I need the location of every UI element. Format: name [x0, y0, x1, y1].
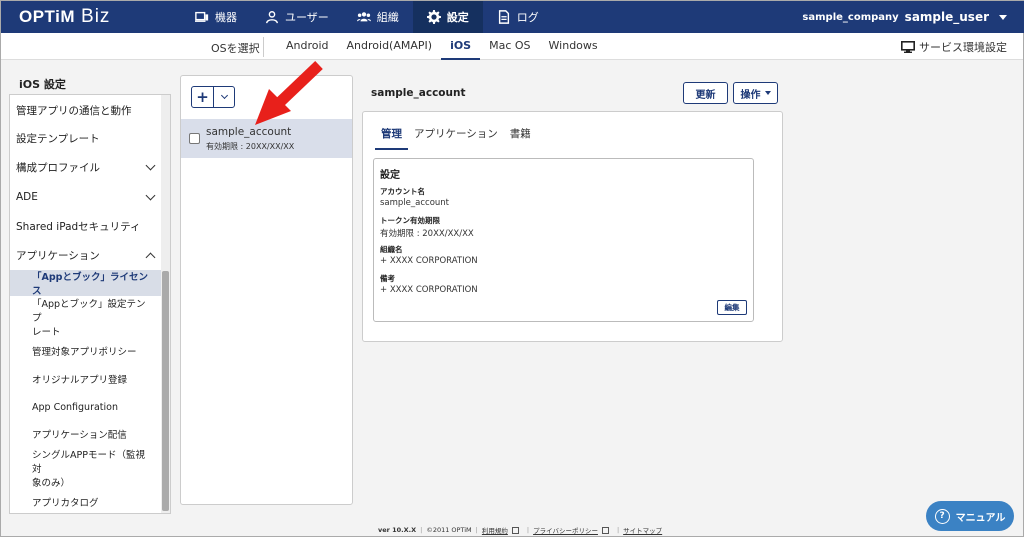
- detail-title: sample_account: [371, 87, 466, 99]
- monitor-icon: [901, 41, 915, 53]
- red-arrow-annotation: [255, 61, 323, 125]
- os-tabs: Android Android(AMAPI) iOS Mac OS Window…: [277, 33, 607, 60]
- operation-dropdown-button[interactable]: 操作: [733, 82, 778, 104]
- sidebar-title: iOS 設定: [19, 78, 66, 91]
- tab-books[interactable]: 書籍: [504, 126, 537, 150]
- sidebar-item-app-catalog[interactable]: アプリカタログ: [10, 489, 162, 513]
- sitemap-link[interactable]: サイトマップ: [623, 525, 662, 535]
- os-select-label: OSを選択: [211, 42, 260, 55]
- log-icon: [498, 10, 509, 24]
- add-button[interactable]: +: [192, 87, 214, 107]
- chevron-down-icon: [999, 14, 1007, 20]
- external-link-icon: [511, 526, 519, 534]
- tab-management[interactable]: 管理: [375, 126, 408, 150]
- group-icon: [356, 12, 371, 22]
- tab-ios[interactable]: iOS: [441, 33, 481, 60]
- tab-applications[interactable]: アプリケーション: [408, 126, 504, 150]
- plus-icon: +: [196, 88, 209, 106]
- field-label-token-expiry: トークン有効期限: [380, 216, 440, 225]
- detail-tabs: 管理 アプリケーション 書籍: [375, 126, 537, 150]
- chevron-down-icon: [764, 91, 771, 95]
- gear-icon: [426, 10, 441, 24]
- sidebar-item-setting-template[interactable]: 設定テンプレート: [10, 125, 162, 151]
- copyright: ©2011 OPTiM: [426, 526, 472, 534]
- user-icon: [266, 11, 278, 24]
- user-name: sample_user: [904, 10, 989, 24]
- field-label-notes: 備考: [380, 274, 395, 283]
- nav-logs[interactable]: ログ: [483, 1, 553, 33]
- detail-card: 管理 アプリケーション 書籍 設定 アカウント名 sample_account …: [362, 111, 783, 342]
- row-checkbox[interactable]: [189, 133, 200, 144]
- nav-settings[interactable]: 設定: [412, 1, 483, 33]
- nav-organization[interactable]: 組織: [343, 1, 413, 33]
- sidebar-item-ade[interactable]: ADE: [10, 184, 162, 210]
- sidebar-item-apps-books-template[interactable]: 「Appとブック」設定テンプ レート: [10, 299, 162, 338]
- nav-users[interactable]: ユーザー: [251, 1, 343, 33]
- tab-android-amapi[interactable]: Android(AMAPI): [338, 33, 442, 60]
- external-link-icon: [601, 526, 609, 534]
- optim-biz-logo[interactable]: OPTiM Biz: [19, 6, 110, 28]
- refresh-button[interactable]: 更新: [683, 82, 728, 104]
- field-label-organization: 組織名: [380, 245, 403, 254]
- user-menu[interactable]: sample_company sample_user: [802, 1, 1007, 33]
- sidebar-scrollbar[interactable]: [161, 95, 170, 513]
- account-list-panel: + sample_account 有効期限 : 20XX/XX/XX: [180, 75, 353, 505]
- add-dropdown-button[interactable]: [214, 87, 234, 107]
- tab-android[interactable]: Android: [277, 33, 338, 60]
- sidebar-item-shared-ipad[interactable]: Shared iPadセキュリティ: [10, 213, 162, 239]
- sidebar: 管理アプリの通信と動作 設定テンプレート 構成プロファイル ADE Shared…: [9, 94, 171, 514]
- privacy-link[interactable]: プライバシーポリシー: [533, 525, 598, 535]
- sidebar-item-single-app-mode[interactable]: シングルAPPモード（監視対 象のみ）: [10, 450, 162, 489]
- os-selector-bar: OSを選択 Android Android(AMAPI) iOS Mac OS …: [1, 33, 1023, 60]
- divider: [263, 37, 264, 57]
- sidebar-item-original-app[interactable]: オリジナルアプリ登録: [10, 366, 162, 392]
- chevron-down-icon: [220, 91, 228, 100]
- add-button-group: +: [191, 86, 235, 108]
- field-value-organization: + XXXX CORPORATION: [380, 256, 478, 266]
- version: ver 10.X.X: [378, 526, 417, 534]
- chevron-down-icon: [145, 160, 156, 170]
- service-environment-settings[interactable]: サービス環境設定: [901, 39, 1007, 55]
- footer: ver 10.X.X | ©2011 OPTiM | 利用規約 | プライバシー…: [378, 525, 663, 535]
- field-value-token-expiry: 有効期限 : 20XX/XX/XX: [380, 229, 474, 239]
- sidebar-item-apps-books-license[interactable]: 「Appとブック」ライセンス: [10, 270, 162, 297]
- company-name: sample_company: [802, 11, 899, 23]
- settings-box: 設定 アカウント名 sample_account トークン有効期限 有効期限 :…: [373, 158, 754, 322]
- scroll-thumb[interactable]: [162, 271, 169, 511]
- tab-macos[interactable]: Mac OS: [480, 33, 539, 60]
- terms-link[interactable]: 利用規約: [482, 525, 508, 535]
- sidebar-item-config-profile[interactable]: 構成プロファイル: [10, 154, 162, 180]
- tab-windows[interactable]: Windows: [540, 33, 607, 60]
- field-value-notes: + XXXX CORPORATION: [380, 285, 478, 295]
- manual-button[interactable]: ? マニュアル: [926, 501, 1014, 531]
- nav-devices[interactable]: 機器: [181, 1, 251, 33]
- sidebar-item-app-distribution[interactable]: アプリケーション配信: [10, 421, 162, 447]
- device-icon: [195, 11, 209, 22]
- field-label-account-name: アカウント名: [380, 187, 425, 196]
- top-navigation-bar: OPTiM Biz 機器 ユーザー 組織 設定 ログ sample_company…: [1, 1, 1024, 33]
- sidebar-item-app-configuration[interactable]: App Configuration: [10, 394, 162, 420]
- sidebar-item-managed-app-policy[interactable]: 管理対象アプリポリシー: [10, 338, 162, 364]
- edit-button[interactable]: 編集: [717, 300, 747, 315]
- sidebar-item-applications[interactable]: アプリケーション: [10, 242, 162, 268]
- section-title: 設定: [380, 170, 400, 181]
- sidebar-item-app-communication[interactable]: 管理アプリの通信と動作: [10, 97, 162, 123]
- account-expiry: 有効期限 : 20XX/XX/XX: [206, 142, 295, 151]
- field-value-account-name: sample_account: [380, 198, 450, 208]
- help-icon: ?: [934, 508, 950, 524]
- main-nav: 機器 ユーザー 組織 設定 ログ: [181, 1, 553, 33]
- chevron-up-icon: [145, 252, 156, 262]
- chevron-down-icon: [145, 190, 156, 200]
